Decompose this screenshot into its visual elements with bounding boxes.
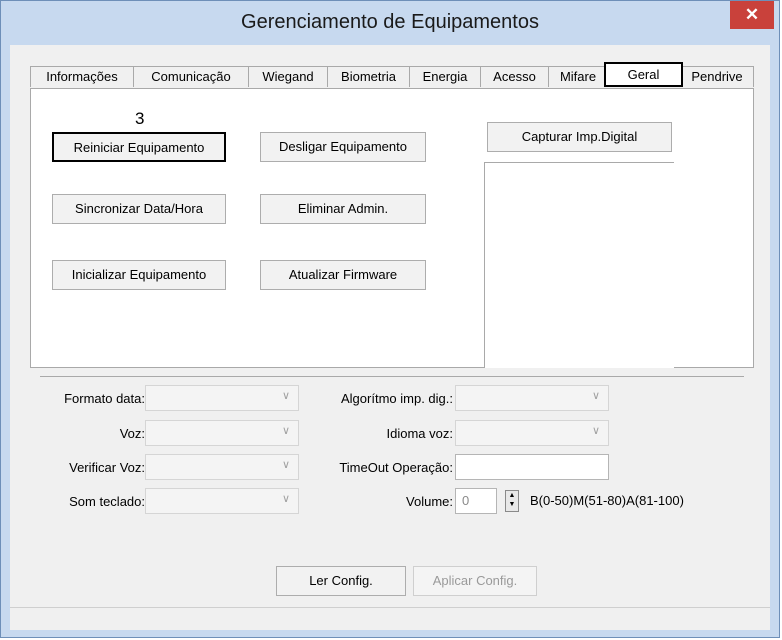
formato-data-label: Formato data:	[64, 391, 145, 406]
tab-acesso[interactable]: Acesso	[480, 66, 549, 87]
fingerprint-capture-area[interactable]	[484, 162, 674, 368]
voz-label: Voz:	[119, 426, 145, 441]
status-divider	[10, 607, 770, 608]
ler-config-button[interactable]: Ler Config.	[276, 566, 406, 596]
tab-energia[interactable]: Energia	[409, 66, 481, 87]
tab-comunicacao[interactable]: Comunicação	[133, 66, 249, 87]
close-button[interactable]: ✕	[730, 1, 774, 29]
idioma-voz-label: Idioma voz:	[386, 426, 453, 441]
timeout-operacao-label: TimeOut Operação:	[339, 460, 453, 475]
algoritmo-imp-dig-label: Algorítmo imp. dig.:	[341, 391, 453, 406]
close-icon: ✕	[744, 5, 760, 24]
volume-label: Volume:	[406, 494, 453, 509]
aplicar-config-button[interactable]: Aplicar Config.	[413, 566, 537, 596]
algoritmo-imp-dig-select[interactable]: ∨	[455, 385, 609, 411]
voz-select[interactable]: ∨	[145, 420, 299, 446]
app-window: Gerenciamento de Equipamentos ✕ Informaç…	[0, 0, 780, 638]
som-teclado-label: Som teclado:	[69, 494, 145, 509]
client-area: Informações Comunicação Wiegand Biometri…	[10, 45, 770, 630]
verificar-voz-select[interactable]: ∨	[145, 454, 299, 480]
chevron-down-icon: ∨	[281, 493, 290, 505]
desligar-equipamento-button[interactable]: Desligar Equipamento	[260, 132, 426, 162]
reiniciar-equipamento-button[interactable]: Reiniciar Equipamento	[52, 132, 226, 162]
volume-spinner[interactable]: ▲ ▼	[505, 490, 519, 512]
volume-input[interactable]: 0	[455, 488, 497, 514]
callout-number-3: 3	[135, 109, 145, 128]
timeout-operacao-input[interactable]	[455, 454, 609, 480]
tab-mifare[interactable]: Mifare	[548, 66, 608, 87]
window-title: Gerenciamento de Equipamentos	[241, 11, 539, 33]
tab-wiegand[interactable]: Wiegand	[248, 66, 328, 87]
divider	[40, 376, 744, 377]
chevron-down-icon: ∨	[591, 390, 600, 402]
spinner-arrows-icon: ▲ ▼	[508, 492, 516, 508]
formato-data-select[interactable]: ∨	[145, 385, 299, 411]
idioma-voz-select[interactable]: ∨	[455, 420, 609, 446]
chevron-down-icon: ∨	[281, 425, 290, 437]
inicializar-equipamento-button[interactable]: Inicializar Equipamento	[52, 260, 226, 290]
capturar-imp-digital-button[interactable]: Capturar Imp.Digital	[487, 122, 672, 152]
eliminar-admin-button[interactable]: Eliminar Admin.	[260, 194, 426, 224]
chevron-down-icon: ∨	[281, 459, 290, 471]
tab-informacoes[interactable]: Informações	[30, 66, 134, 87]
tab-geral[interactable]: Geral	[604, 62, 683, 87]
tab-pendrive[interactable]: Pendrive	[680, 66, 754, 87]
atualizar-firmware-button[interactable]: Atualizar Firmware	[260, 260, 426, 290]
volume-range-hint: B(0-50)M(51-80)A(81-100)	[530, 493, 684, 508]
chevron-down-icon: ∨	[281, 390, 290, 402]
sincronizar-data-hora-button[interactable]: Sincronizar Data/Hora	[52, 194, 226, 224]
som-teclado-select[interactable]: ∨	[145, 488, 299, 514]
chevron-down-icon: ∨	[591, 425, 600, 437]
title-bar[interactable]: Gerenciamento de Equipamentos ✕	[1, 1, 779, 45]
tab-biometria[interactable]: Biometria	[327, 66, 410, 87]
verificar-voz-label: Verificar Voz:	[69, 460, 145, 475]
